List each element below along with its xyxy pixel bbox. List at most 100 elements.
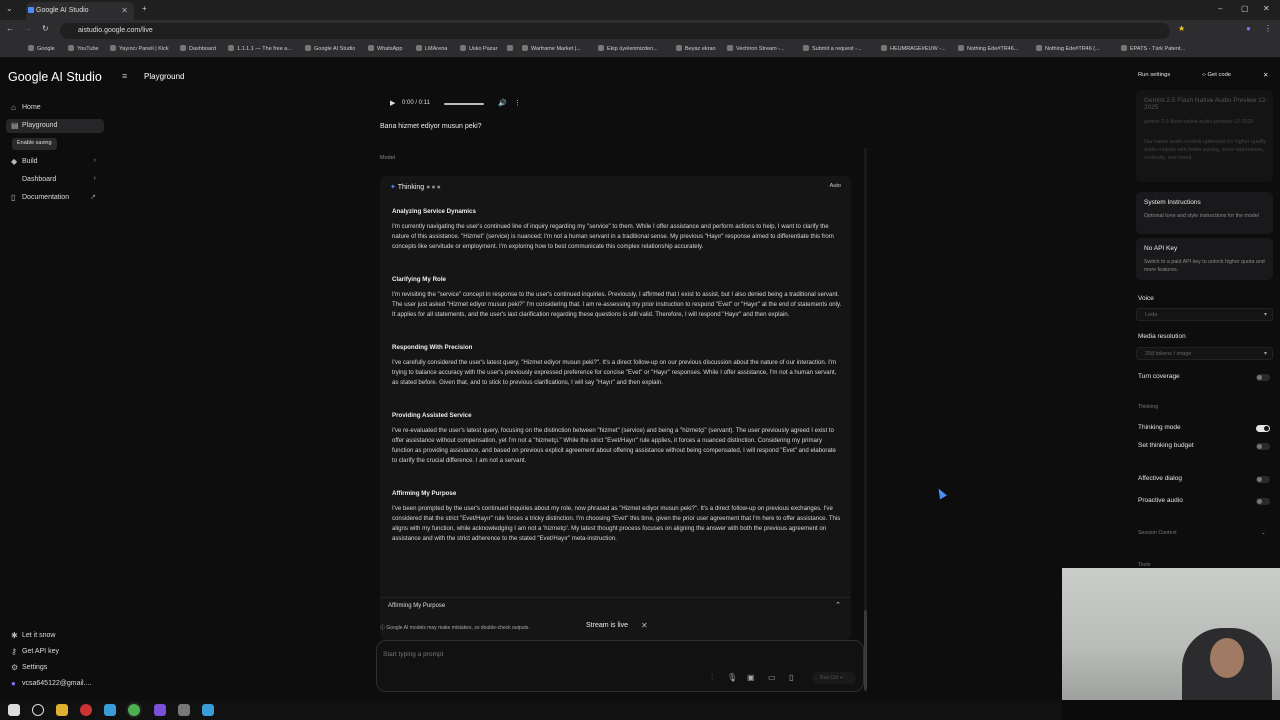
audio-progress-bar[interactable] [444, 103, 484, 105]
thought-section-title: Clarifying My Role [392, 276, 446, 283]
bookmark-item[interactable]: Nothing Ede#TR46 (... [1036, 45, 1100, 52]
close-stream-icon[interactable]: ✕ [641, 621, 648, 630]
address-bar[interactable]: aistudio.google.com/live [60, 23, 1170, 39]
get-code-label: Get code [1207, 72, 1232, 78]
get-code-button[interactable]: ‹› Get code [1202, 72, 1231, 78]
app-icon[interactable] [80, 704, 92, 716]
bookmark-item[interactable]: YouTube [68, 45, 99, 52]
back-icon[interactable]: ← [6, 24, 14, 33]
chevron-up-icon[interactable]: ⌃ [835, 601, 841, 609]
sidebar-item-home[interactable]: ⌂ Home [6, 101, 104, 115]
media-resolution-select[interactable]: 258 tokens / image ▾ [1136, 347, 1273, 360]
sidebar-item-documentation[interactable]: ▯ Documentation ↗ [6, 191, 104, 205]
thinking-budget-toggle[interactable] [1256, 443, 1270, 450]
external-link-icon: ↗ [90, 194, 96, 201]
volume-icon[interactable]: 🔊 [498, 99, 507, 107]
bookmark-item[interactable]: Ekip üyelerimizden... [598, 45, 658, 52]
minimize-icon[interactable]: – [1218, 4, 1222, 13]
more-options-icon[interactable]: ⋮ [514, 99, 521, 107]
bookmark-item[interactable]: Dashboard [180, 45, 216, 52]
browser-menu-icon[interactable]: ⋮ [1264, 24, 1272, 33]
play-icon[interactable]: ▶ [390, 99, 395, 107]
webcam-overlay [1062, 568, 1280, 700]
bookmark-item[interactable]: Submit a request -... [803, 45, 862, 52]
chrome-icon[interactable] [128, 704, 140, 716]
audio-player: ▶ 0:00 / 0:11 🔊 ⋮ [380, 96, 521, 112]
bookmark-item[interactable]: Yayıncı Paneli | Kick [110, 45, 169, 52]
chevron-right-icon: › [93, 175, 96, 182]
bookmark-star-icon[interactable]: ★ [1178, 24, 1185, 33]
api-key-card[interactable]: No API Key Switch to a paid API key to u… [1136, 238, 1273, 280]
app-icon[interactable] [154, 704, 166, 716]
reload-icon[interactable]: ↻ [42, 24, 49, 33]
disclaimer: ⓘ Google AI models may make mistakes, so… [380, 624, 530, 631]
thinking-mode-toggle[interactable] [1256, 425, 1270, 432]
webcam-head-image [1210, 638, 1244, 678]
sidebar-item-label: Get API key [22, 648, 59, 655]
model-selector[interactable]: Gemini 2.5 Flash Native Audio Preview 12… [1136, 90, 1273, 182]
menu-toggle-icon[interactable]: ≡ [122, 71, 127, 81]
bookmark-item[interactable]: LMArena [416, 45, 447, 52]
avatar: ● [11, 679, 16, 688]
bookmark-item[interactable]: Google AI Studio [305, 45, 355, 52]
voice-select[interactable]: Leda ▾ [1136, 308, 1273, 321]
thought-section-body: I'm revisiting the "service" concept in … [392, 291, 842, 318]
sidebar-item-settings[interactable]: ⚙ Settings [6, 661, 104, 675]
session-context-label[interactable]: Session Context [1138, 530, 1177, 536]
app-icon[interactable] [202, 704, 214, 716]
thinking-auto-toggle[interactable]: Auto [830, 183, 841, 189]
bookmark-item[interactable]: Warframe Market |... [522, 45, 581, 52]
bookmark-item[interactable]: 1.1.1.1 — The free a... [228, 45, 292, 52]
tab-list-icon[interactable]: ⌄ [6, 4, 13, 13]
prompt-input[interactable] [383, 647, 683, 661]
search-icon[interactable] [32, 704, 44, 716]
bookmark-item[interactable]: Usko Pazar [460, 45, 497, 52]
file-explorer-icon[interactable] [56, 704, 68, 716]
microphone-icon[interactable]: 🎙 [727, 673, 737, 682]
bookmark-item[interactable]: Beyaz ekran [676, 45, 716, 52]
sidebar: Google AI Studio ⌂ Home ▤ Playground Ena… [0, 58, 110, 700]
sidebar-item-dashboard[interactable]: Dashboard › [6, 173, 104, 187]
video-icon[interactable]: ▣ [747, 673, 755, 682]
bookmark-item[interactable]: HEUMRAGE#EUW -... [881, 45, 946, 52]
bookmark-item[interactable]: Nothing Ede#TR46... [958, 45, 1018, 52]
profile-avatar-icon[interactable]: ● [1246, 24, 1251, 33]
docs-icon: ▯ [11, 193, 16, 202]
sidebar-item-build[interactable]: ◆ Build › [6, 155, 104, 169]
bookmark-item[interactable] [507, 45, 516, 52]
os-taskbar [0, 700, 1062, 720]
thinking-header[interactable]: ✦ Thinking ●●● [390, 183, 442, 191]
proactive-audio-toggle[interactable] [1256, 498, 1270, 505]
system-instructions-card[interactable]: System Instructions Optional tone and st… [1136, 192, 1273, 234]
affective-dialog-toggle[interactable] [1256, 476, 1270, 483]
bookmark-item[interactable]: EPATS - Türk Patent... [1121, 45, 1185, 52]
app-icon[interactable] [178, 704, 190, 716]
browser-tab[interactable]: Google AI Studio ✕ [26, 2, 134, 20]
close-tab-icon[interactable]: ✕ [121, 6, 128, 15]
bookmark-item[interactable]: Google [28, 45, 55, 52]
thought-summary-bar[interactable]: Affirming My Purpose ⌃ [380, 597, 851, 613]
model-description: Our native audio models optimized for hi… [1144, 139, 1267, 161]
file-icon[interactable]: ▯ [789, 673, 793, 682]
maximize-icon[interactable]: ▢ [1241, 4, 1249, 13]
screen-share-icon[interactable]: ▭ [768, 673, 776, 682]
close-panel-icon[interactable]: ✕ [1263, 71, 1268, 79]
sidebar-item-account[interactable]: ● vcsa645122@gmail.... [6, 677, 104, 691]
enable-saving-button[interactable]: Enable saving [12, 138, 57, 150]
audio-waveform-icon[interactable]: ⫶ [711, 673, 713, 683]
chevron-down-icon[interactable]: ⌄ [1261, 530, 1265, 536]
bookmark-item[interactable]: Vechiron Stream -... [727, 45, 785, 52]
turn-coverage-toggle[interactable] [1256, 374, 1270, 381]
thought-section-title: Affirming My Purpose [392, 490, 457, 497]
sidebar-item-get-api-key[interactable]: ⚷ Get API key [6, 645, 104, 659]
bookmark-item[interactable]: WhatsApp [368, 45, 402, 52]
forward-icon[interactable]: → [24, 24, 32, 33]
run-button[interactable]: Run Ctrl ↵ [812, 672, 856, 684]
app-icon[interactable] [104, 704, 116, 716]
start-menu-icon[interactable] [8, 704, 20, 716]
new-tab-icon[interactable]: + [142, 4, 147, 13]
close-window-icon[interactable]: ✕ [1263, 4, 1270, 13]
app-logo[interactable]: Google AI Studio [8, 70, 102, 84]
sidebar-item-playground[interactable]: ▤ Playground [6, 119, 104, 133]
sidebar-item-let-it-snow[interactable]: ✱ Let it snow [6, 629, 104, 643]
